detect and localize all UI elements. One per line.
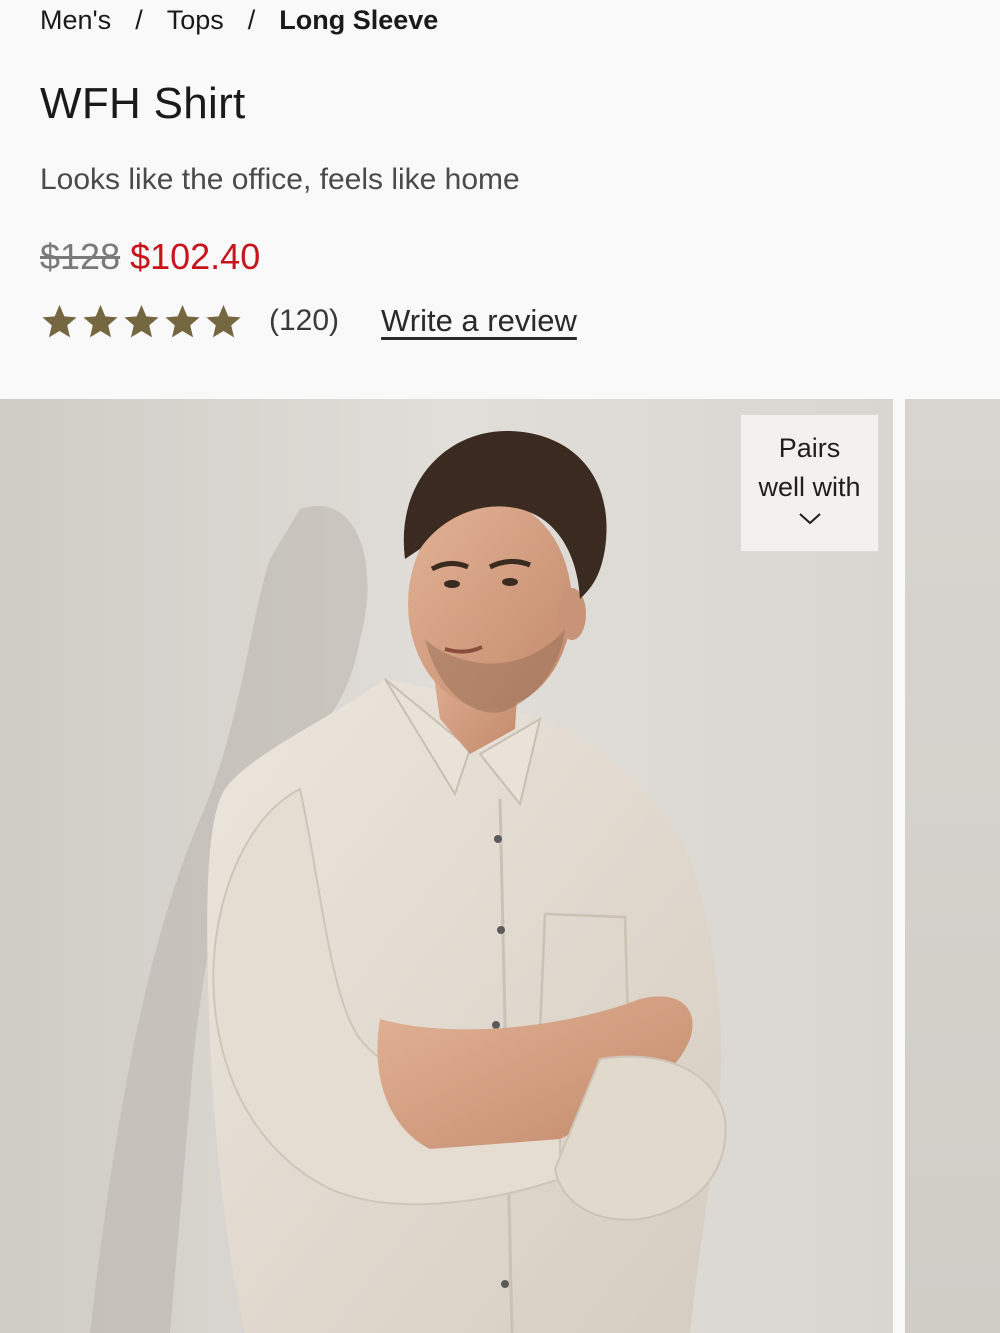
breadcrumb-long-sleeve[interactable]: Long Sleeve (279, 2, 438, 38)
product-subtitle: Looks like the office, feels like home (40, 163, 520, 196)
next-product-photo[interactable] (905, 399, 1000, 1333)
product-title: WFH Shirt (40, 79, 246, 128)
sale-price: $102.40 (130, 236, 261, 277)
breadcrumb-tops[interactable]: Tops (167, 2, 224, 38)
chevron-down-icon (798, 513, 821, 525)
price-row: $128 $102.40 (40, 234, 260, 280)
star-icon (83, 304, 118, 337)
breadcrumb-separator: / (135, 5, 143, 35)
rating-row: (120) Write a review (40, 298, 577, 344)
pairs-label-line1: Pairs (778, 433, 841, 463)
breadcrumb-mens[interactable]: Men's (40, 2, 111, 38)
star-icon (165, 304, 200, 337)
star-icon (124, 304, 159, 337)
product-page: Men's / Tops / Long Sleeve WFH Shirt Loo… (0, 0, 1000, 1333)
breadcrumb: Men's / Tops / Long Sleeve (40, 2, 438, 38)
product-photo[interactable]: Pairs well with (0, 399, 893, 1333)
breadcrumb-separator: / (247, 5, 256, 35)
star-icon (206, 304, 241, 337)
pairs-label-line2: well with (758, 472, 861, 502)
product-gallery[interactable]: Pairs well with (0, 399, 1000, 1333)
original-price: $128 (40, 236, 121, 277)
star-icon (42, 304, 77, 337)
review-count[interactable]: (120) (269, 304, 339, 338)
pairs-well-with-button[interactable]: Pairs well with (740, 414, 879, 552)
star-rating[interactable] (40, 302, 243, 341)
write-review-link[interactable]: Write a review (381, 303, 577, 339)
